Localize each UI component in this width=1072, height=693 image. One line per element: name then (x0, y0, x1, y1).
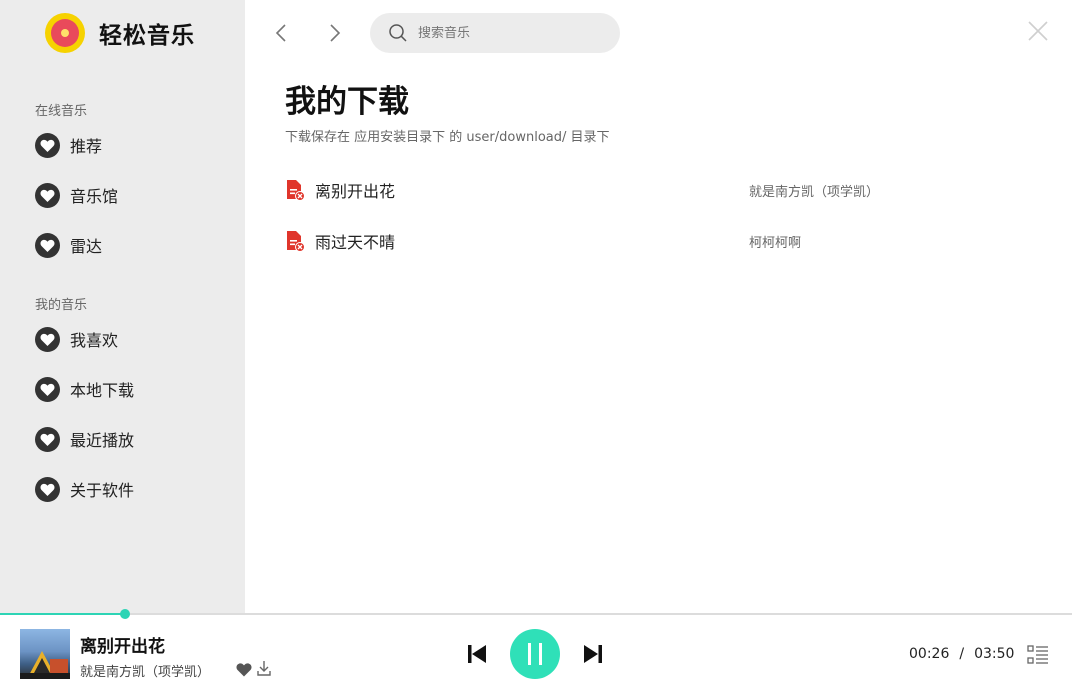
heart-icon (35, 232, 60, 258)
page-subtitle: 下载保存在 应用安装目录下 的 user/download/ 目录下 (285, 130, 610, 145)
song-title: 雨过天不晴 (315, 233, 396, 252)
player-bar: 离别开出花 就是南方凯（项学凯） 00:26 / 03:50 (0, 609, 1072, 693)
heart-icon (35, 376, 60, 402)
sidebar-item-music-hall[interactable]: 音乐馆 (35, 182, 118, 208)
skip-previous-icon (468, 645, 486, 663)
sidebar-item-local-downloads[interactable]: 本地下载 (35, 376, 134, 402)
sidebar-item-label: 最近播放 (70, 431, 135, 450)
song-artist: 柯柯柯啊 (749, 235, 802, 251)
heart-icon (35, 326, 60, 352)
sidebar-item-label: 我喜欢 (70, 331, 119, 350)
chevron-right-icon (330, 24, 341, 42)
pause-icon (528, 643, 542, 665)
total-time: 03:50 (974, 646, 1015, 662)
time-separator: / (959, 646, 965, 662)
download-button[interactable] (256, 660, 272, 677)
heart-icon (35, 182, 60, 208)
heart-icon (35, 476, 60, 502)
broken-file-icon (287, 231, 305, 252)
sidebar-item-label: 关于软件 (70, 481, 135, 500)
song-title: 离别开出花 (315, 182, 396, 201)
like-button[interactable] (236, 662, 252, 677)
heart-icon (236, 663, 252, 677)
sidebar-item-about[interactable]: 关于软件 (35, 476, 134, 502)
search-box[interactable] (370, 13, 620, 53)
section-title-online: 在线音乐 (35, 104, 88, 119)
search-input[interactable] (418, 25, 598, 41)
playlist-button[interactable] (1027, 645, 1049, 665)
app-logo-icon (45, 13, 85, 53)
close-button[interactable] (1027, 20, 1049, 42)
sidebar-item-label: 推荐 (70, 137, 103, 156)
pause-button[interactable] (510, 629, 560, 679)
progress-handle[interactable] (120, 609, 130, 619)
next-track-button[interactable] (582, 643, 604, 665)
app-name: 轻松音乐 (99, 23, 195, 49)
heart-icon (35, 132, 60, 158)
skip-next-icon (584, 645, 602, 663)
sidebar-item-radar[interactable]: 雷达 (35, 232, 102, 258)
app-window: 轻松音乐 在线音乐 推荐 音乐馆 雷达 我的音乐 我喜欢 本地下载 最近播放 关… (0, 0, 1072, 693)
now-playing-title: 离别开出花 (80, 637, 165, 657)
now-playing-artist: 就是南方凯（项学凯） (80, 665, 211, 680)
back-button[interactable] (270, 22, 292, 44)
page-title: 我的下载 (285, 84, 409, 120)
sidebar-item-label: 音乐馆 (70, 187, 119, 206)
song-artist: 就是南方凯（项学凯） (749, 184, 880, 200)
forward-button[interactable] (324, 22, 346, 44)
progress-bar-fill (0, 613, 125, 615)
download-icon (257, 661, 271, 676)
search-icon (389, 24, 407, 42)
song-row[interactable]: 离别开出花 就是南方凯（项学凯） (285, 175, 1045, 205)
sidebar-item-recent[interactable]: 最近播放 (35, 426, 134, 452)
heart-icon (35, 426, 60, 452)
time-display: 00:26 / 03:50 (909, 646, 1014, 662)
playlist-icon (1027, 645, 1048, 664)
section-title-my-music: 我的音乐 (35, 298, 88, 313)
sidebar: 轻松音乐 在线音乐 推荐 音乐馆 雷达 我的音乐 我喜欢 本地下载 最近播放 关… (0, 0, 245, 613)
close-icon (1028, 21, 1048, 41)
current-time: 00:26 (909, 646, 950, 662)
sidebar-item-label: 本地下载 (70, 381, 135, 400)
sidebar-item-recommend[interactable]: 推荐 (35, 132, 102, 158)
broken-file-icon (287, 180, 305, 201)
chevron-left-icon (275, 24, 286, 42)
album-cover (20, 629, 70, 679)
previous-track-button[interactable] (466, 643, 488, 665)
brand: 轻松音乐 (45, 13, 195, 53)
sidebar-item-label: 雷达 (70, 237, 103, 256)
song-row[interactable]: 雨过天不晴 柯柯柯啊 (285, 226, 1045, 256)
sidebar-item-favorites[interactable]: 我喜欢 (35, 326, 118, 352)
